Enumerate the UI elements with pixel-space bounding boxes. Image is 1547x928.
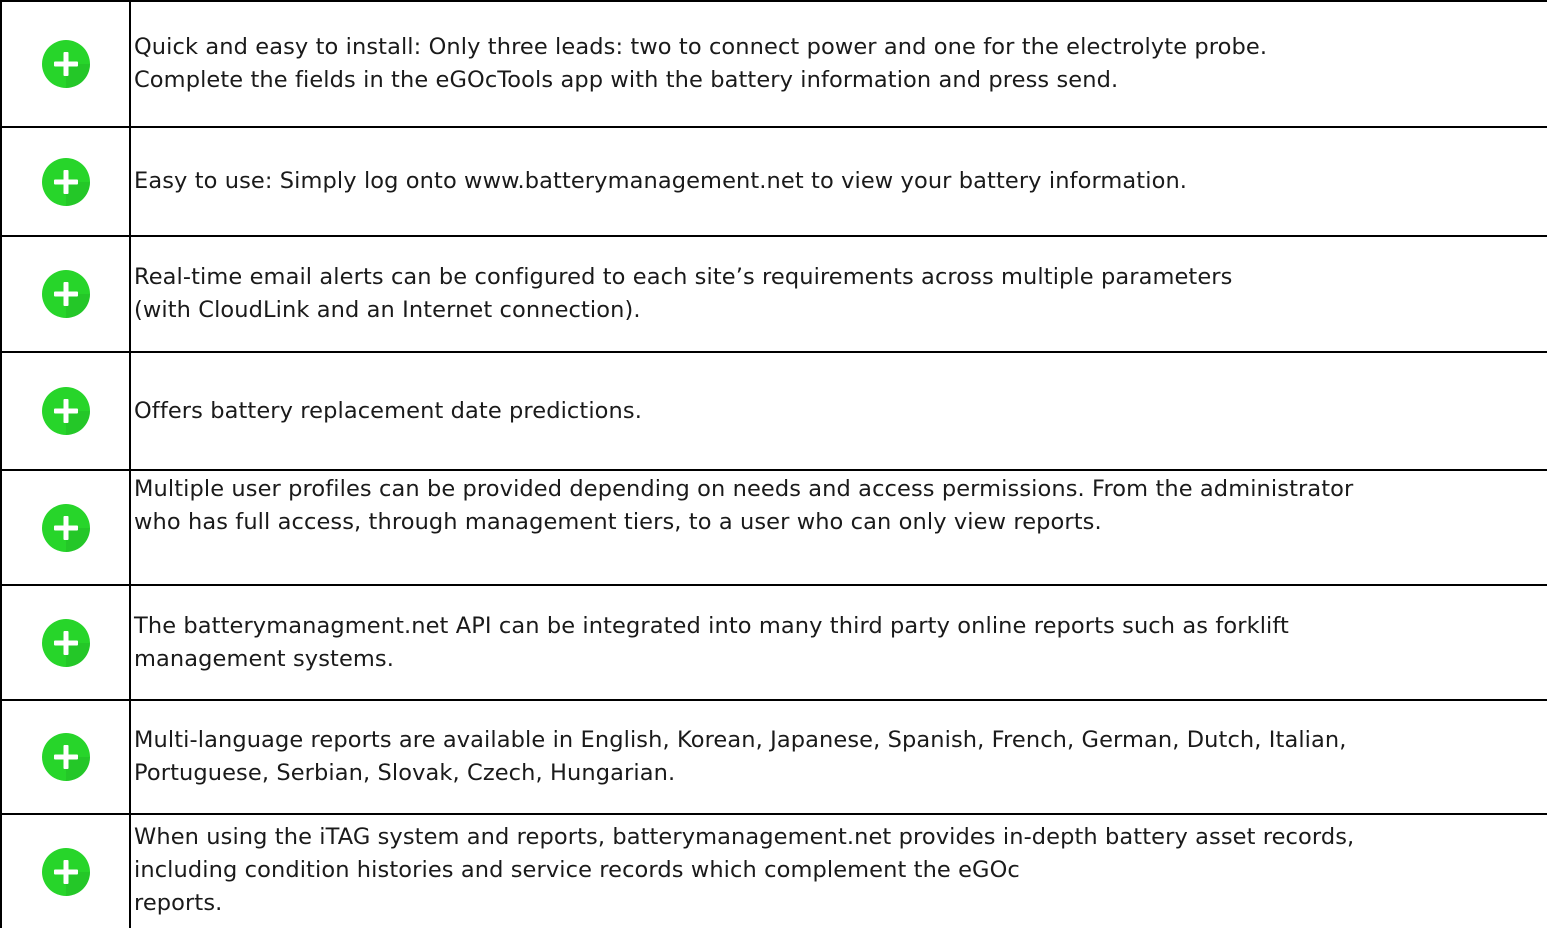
feature-text-cell: When using the iTAG system and reports, … bbox=[131, 815, 1547, 928]
feature-text: Real-time email alerts can be configured… bbox=[134, 264, 1233, 323]
feature-text-cell: Multiple user profiles can be provided d… bbox=[131, 471, 1547, 584]
plus-circle-icon bbox=[41, 39, 91, 89]
plus-circle-icon bbox=[41, 386, 91, 436]
feature-text: Quick and easy to install: Only three le… bbox=[134, 34, 1268, 93]
feature-row: Multiple user profiles can be provided d… bbox=[2, 471, 1547, 586]
icon-cell bbox=[2, 815, 131, 928]
feature-table: Quick and easy to install: Only three le… bbox=[0, 0, 1547, 928]
feature-row: Quick and easy to install: Only three le… bbox=[2, 2, 1547, 128]
feature-text: Easy to use: Simply log onto www.battery… bbox=[134, 168, 1188, 194]
icon-cell bbox=[2, 471, 131, 584]
feature-text: Multiple user profiles can be provided d… bbox=[134, 476, 1354, 535]
icon-cell bbox=[2, 586, 131, 699]
plus-circle-icon bbox=[41, 269, 91, 319]
icon-cell bbox=[2, 237, 131, 351]
feature-text: Multi-language reports are available in … bbox=[134, 727, 1347, 786]
feature-text-cell: Quick and easy to install: Only three le… bbox=[131, 2, 1547, 126]
plus-circle-icon bbox=[41, 618, 91, 668]
feature-text-cell: Real-time email alerts can be configured… bbox=[131, 237, 1547, 351]
icon-cell bbox=[2, 701, 131, 813]
icon-cell bbox=[2, 353, 131, 469]
feature-row: Offers battery replacement date predicti… bbox=[2, 353, 1547, 471]
plus-circle-icon bbox=[41, 847, 91, 897]
plus-circle-icon bbox=[41, 157, 91, 207]
plus-circle-icon bbox=[41, 503, 91, 553]
feature-text-cell: The batterymanagment.net API can be inte… bbox=[131, 586, 1547, 699]
icon-cell bbox=[2, 2, 131, 126]
feature-text: When using the iTAG system and reports, … bbox=[134, 824, 1355, 916]
feature-text-cell: Offers battery replacement date predicti… bbox=[131, 353, 1547, 469]
feature-row: The batterymanagment.net API can be inte… bbox=[2, 586, 1547, 701]
feature-row: Real-time email alerts can be configured… bbox=[2, 237, 1547, 353]
plus-circle-icon bbox=[41, 732, 91, 782]
feature-row: Easy to use: Simply log onto www.battery… bbox=[2, 128, 1547, 237]
feature-row: When using the iTAG system and reports, … bbox=[2, 815, 1547, 928]
icon-cell bbox=[2, 128, 131, 235]
feature-row: Multi-language reports are available in … bbox=[2, 701, 1547, 815]
feature-text-cell: Easy to use: Simply log onto www.battery… bbox=[131, 128, 1547, 235]
feature-text: Offers battery replacement date predicti… bbox=[134, 397, 642, 424]
feature-text: The batterymanagment.net API can be inte… bbox=[134, 612, 1289, 672]
feature-text-cell: Multi-language reports are available in … bbox=[131, 701, 1547, 813]
